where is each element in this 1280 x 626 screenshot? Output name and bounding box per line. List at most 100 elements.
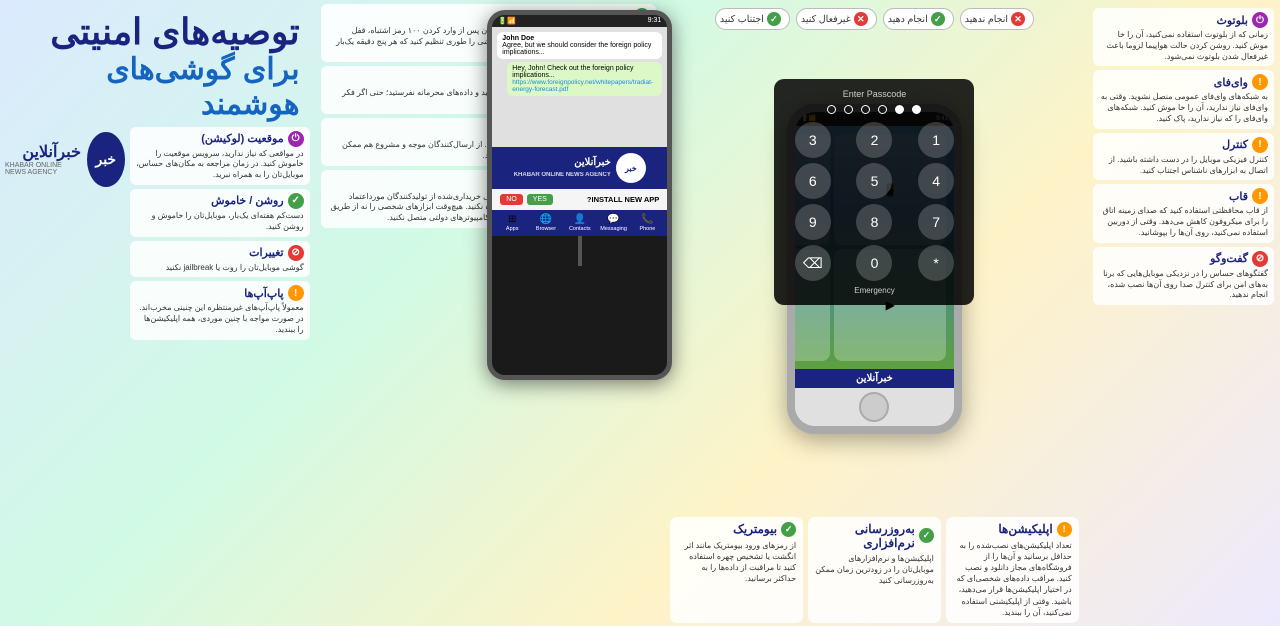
android-chat-bubble-1: John Doe Agree, but we should consider t… <box>497 32 662 59</box>
key-8[interactable]: 8 <box>856 204 892 240</box>
block-icon: ⊘ <box>1252 251 1268 267</box>
btn3-label: غیرفعال کنید <box>801 14 851 25</box>
key-5[interactable]: 5 <box>856 163 892 199</box>
chat-card: ⊘ گفت‌وگو گفتگوهای حساس را در نزدیکی موب… <box>1093 247 1274 305</box>
changes-label: تغییرات <box>249 246 284 259</box>
btn2-label: انجام دهید <box>888 14 928 25</box>
warn-icon-pop: ! <box>288 285 304 301</box>
logo-main-text: خبرآنلاین <box>5 142 81 162</box>
changes-text: گوشی موبایل‌تان را روت یا jailbreak نکنی… <box>136 263 304 274</box>
app-phone: 📞 Phone <box>631 214 663 232</box>
update-panel-title: ✓ به‌روزرسانی نرم‌افزاری <box>815 522 934 550</box>
apps-panel: ! اپلیکیشن‌ها تعداد اپلیکیشن‌های نصب‌شده… <box>946 517 1079 623</box>
android-status-bar: 9:31 📶🔋 <box>492 15 667 27</box>
phones-display: 9:41 📶🔋 📱 💬 🗺 🅐 ▶ 〰 📷 ⭐ <box>662 34 1086 514</box>
bluetooth-text: زمانی که از بلوتوث استفاده نمی‌کنید، آن … <box>1099 30 1268 62</box>
case-card: ! قاب از قاب محافظتی استفاده کنید که صدا… <box>1093 184 1274 242</box>
android-bottom-app-bar: 📞 Phone 💬 Messaging 👤 Contacts 🌐 Browser… <box>492 210 667 236</box>
page-wrapper: ⏻ بلوتوث زمانی که از بلوتوث استفاده نمی‌… <box>0 0 1280 626</box>
location-label: موقعیت (لوکیشن) <box>201 132 283 145</box>
key-6[interactable]: 6 <box>795 163 831 199</box>
case-label: قاب <box>1229 190 1248 203</box>
power-icon: ⏻ <box>1252 12 1268 28</box>
location-title: ⏻ موقعیت (لوکیشن) <box>136 131 304 147</box>
location-card: ⏻ موقعیت (لوکیشن) در مواقعی که نیاز ندار… <box>130 127 310 185</box>
pop-apps-title: ! پاپ‌آپ‌ها <box>136 285 304 301</box>
key-0[interactable]: 0 <box>856 245 892 281</box>
logo-row: خبر خبرآنلاین KHABAR ONLINE NEWS AGENCY <box>5 132 125 187</box>
pop-apps-card: ! پاپ‌آپ‌ها معمولاً پاپ‌آپ‌های غیرمنتظره… <box>130 281 310 339</box>
chat-title: ⊘ گفت‌وگو <box>1099 251 1268 267</box>
android-chat-area: John Doe Agree, but we should consider t… <box>492 27 667 147</box>
changes-card: ⊘ تغییرات گوشی موبایل‌تان را روت یا jail… <box>130 241 310 278</box>
control-label: کنترل <box>1222 138 1248 151</box>
key-del[interactable]: ⌫ <box>795 245 831 281</box>
dot-4 <box>861 105 870 114</box>
biometric-panel-title: ✓ بیومتریک <box>677 522 796 537</box>
android-chat-bubble-2: Hey, John! Check out the foreign policy … <box>507 62 662 96</box>
iphone-logo-area: خبرآنلاین <box>795 369 954 388</box>
chat-link: https://www.foreignpolicy.net/whitepaper… <box>512 79 653 93</box>
case-title: ! قاب <box>1099 188 1268 204</box>
location-text: در مواقعی که نیاز ندارید، سرویس موقعیت ر… <box>136 149 304 181</box>
install-text: INSTALL NEW APP? <box>587 195 659 204</box>
dot-3 <box>878 105 887 114</box>
iphone-logo-text: خبرآنلاین <box>856 373 893 384</box>
bluetooth-label: بلوتوث <box>1217 14 1249 27</box>
right-left-col: ⏻ موقعیت (لوکیشن) در مواقعی که نیاز ندار… <box>130 127 310 621</box>
action-btn-4: ✓ اجتناب کنید <box>715 8 790 30</box>
btn4-label: اجتناب کنید <box>720 14 764 25</box>
right-area: توصیه‌های امنیتی برای گوشی‌های هوشمند ⏻ … <box>0 0 315 626</box>
biometric-panel: ✓ بیومتریک از رمزهای ورود بیومتریک مانند… <box>670 517 803 623</box>
power-card: ✓ روشن / خاموش دست‌کم هفته‌ای یک‌بار، مو… <box>130 189 310 237</box>
key-7[interactable]: 7 <box>918 204 954 240</box>
chat-label: گفت‌وگو <box>1210 252 1248 265</box>
warn-icon-3: ! <box>1252 188 1268 204</box>
bluetooth-title: ⏻ بلوتوث <box>1099 12 1268 28</box>
btn1-label: انجام ندهید <box>965 14 1008 25</box>
logo-area: خبر خبرآنلاین KHABAR ONLINE NEWS AGENCY <box>5 127 125 187</box>
control-title: ! کنترل <box>1099 137 1268 153</box>
passcode-keys: 1 2 3 4 5 6 7 8 9 * 0 ⌫ <box>784 122 964 281</box>
power-text: دست‌کم هفته‌ای یک‌بار، موبایل‌تان را خام… <box>136 211 304 233</box>
wifi-title: ! وای‌فای <box>1099 74 1268 90</box>
android-cable <box>578 236 582 266</box>
app-messaging: 💬 Messaging <box>598 214 630 232</box>
right-right-col: خبر خبرآنلاین KHABAR ONLINE NEWS AGENCY <box>5 127 125 621</box>
block-icon-2: ✕ <box>854 12 868 26</box>
warn-icon-apps: ! <box>1057 522 1072 537</box>
android-logo-area: خبر خبرآنلاینKHABAR ONLINE NEWS AGENCY <box>492 147 667 189</box>
logo-circle: خبر <box>87 132 125 187</box>
action-btn-3: ✕ غیرفعال کنید <box>796 8 877 30</box>
chat-text: گفتگوهای حساس را در نزدیکی موبایل‌هایی ک… <box>1099 269 1268 301</box>
warn-icon-2: ! <box>1252 137 1268 153</box>
key-3[interactable]: 3 <box>795 122 831 158</box>
key-2[interactable]: 2 <box>856 122 892 158</box>
power-title: ✓ روشن / خاموش <box>136 193 304 209</box>
bluetooth-card: ⏻ بلوتوث زمانی که از بلوتوث استفاده نمی‌… <box>1093 8 1274 66</box>
control-card: ! کنترل کنترل فیزیکی موبایل را در دست دا… <box>1093 133 1274 181</box>
install-yes-btn[interactable]: YES <box>527 194 553 205</box>
key-9[interactable]: 9 <box>795 204 831 240</box>
dot-6 <box>827 105 836 114</box>
install-no-btn[interactable]: NO <box>500 194 523 205</box>
install-buttons: YES NO <box>500 194 553 205</box>
sidebar-left: ⏻ بلوتوث زمانی که از بلوتوث استفاده نمی‌… <box>1087 0 1280 626</box>
check-icon-power: ✓ <box>288 193 304 209</box>
key-star[interactable]: * <box>918 245 954 281</box>
check-icon-1: ✓ <box>931 12 945 26</box>
pop-apps-label: پاپ‌آپ‌ها <box>244 287 283 300</box>
dot-1 <box>912 105 921 114</box>
warn-icon: ! <box>1252 74 1268 90</box>
biometric-label: بیومتریک <box>733 522 777 536</box>
key-4[interactable]: 4 <box>918 163 954 199</box>
check-icon-2: ✓ <box>767 12 781 26</box>
android-install-prompt: INSTALL NEW APP? YES NO <box>492 189 667 210</box>
update-body: اپلیکیشن‌ها و نرم‌افزارهای موبایل‌تان را… <box>815 553 934 587</box>
top-actions-bar: ✕ انجام ندهید ✓ انجام دهید ✕ غیرفعال کنی… <box>662 0 1086 34</box>
center-sections-row: ! اپلیکیشن‌ها تعداد اپلیکیشن‌های نصب‌شده… <box>662 514 1086 626</box>
page-header: توصیه‌های امنیتی برای گوشی‌های هوشمند <box>0 0 315 127</box>
control-text: کنترل فیزیکی موبایل را در دست داشته باشی… <box>1099 155 1268 177</box>
apps-body: تعداد اپلیکیشن‌های نصب‌شده را به حداقل ب… <box>953 540 1072 618</box>
key-1[interactable]: 1 <box>918 122 954 158</box>
